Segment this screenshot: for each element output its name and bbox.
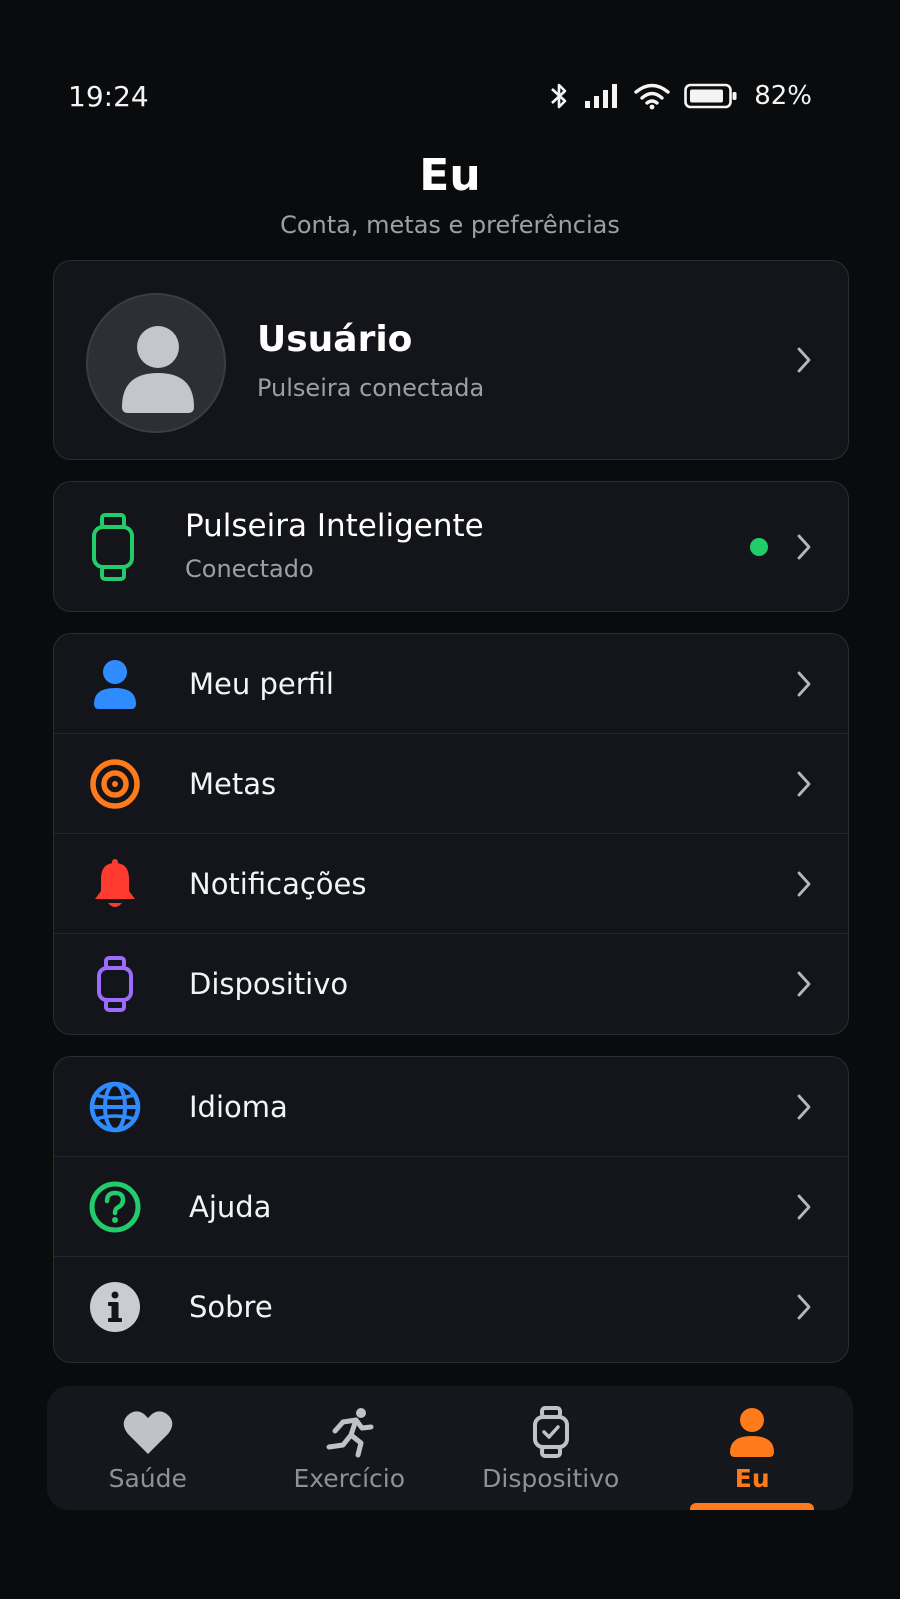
info-icon	[88, 1280, 142, 1334]
chevron-right-icon	[797, 771, 811, 796]
settings-item-idioma[interactable]: Idioma	[54, 1057, 848, 1157]
status-icons: 82%	[548, 80, 812, 112]
chevron-right-icon	[797, 1294, 811, 1320]
connection-status-dot	[750, 538, 768, 556]
nav-tab-dispositivo[interactable]: Dispositivo	[450, 1386, 652, 1510]
status-time: 19:24	[68, 79, 149, 113]
active-tab-indicator	[690, 1503, 815, 1510]
device-card[interactable]: Pulseira Inteligente Conectado	[53, 481, 849, 612]
settings-list-general: Idioma Ajuda Sobre	[53, 1056, 849, 1363]
settings-item-label: Ajuda	[189, 1189, 272, 1224]
chevron-right-icon	[797, 871, 811, 896]
settings-item-meu-perfil[interactable]: Meu perfil	[54, 634, 848, 734]
settings-item-label: Metas	[189, 766, 277, 801]
profile-status: Pulseira conectada	[257, 374, 485, 402]
settings-item-dispositivo[interactable]: Dispositivo	[54, 934, 848, 1034]
help-icon	[88, 1180, 142, 1234]
profile-card[interactable]: Usuário Pulseira conectada	[53, 260, 849, 460]
settings-item-metas[interactable]: Metas	[54, 734, 848, 834]
nav-tab-eu[interactable]: Eu	[652, 1386, 854, 1510]
nav-label: Eu	[734, 1464, 770, 1493]
page-subtitle: Conta, metas e preferências	[280, 211, 620, 239]
watch-icon	[88, 956, 142, 1012]
settings-item-label: Meu perfil	[189, 666, 334, 701]
battery-percentage: 82%	[754, 81, 812, 111]
person-icon	[88, 657, 142, 711]
running-icon	[321, 1406, 377, 1458]
nav-tab-saude[interactable]: Saúde	[47, 1386, 249, 1510]
nav-label: Dispositivo	[482, 1464, 620, 1493]
nav-label: Exercício	[293, 1464, 406, 1493]
watch-icon	[92, 513, 134, 581]
chevron-right-icon	[797, 534, 811, 559]
device-name: Pulseira Inteligente	[185, 508, 484, 544]
user-silhouette-icon	[122, 326, 194, 413]
page-header: Eu Conta, metas e preferências	[0, 150, 900, 239]
heart-icon	[120, 1406, 176, 1458]
bottom-nav: Saúde Exercício Dispositivo Eu	[47, 1386, 853, 1510]
page-title: Eu	[419, 150, 481, 201]
settings-item-label: Sobre	[189, 1290, 273, 1324]
settings-item-sobre[interactable]: Sobre	[54, 1257, 848, 1357]
signal-icon	[585, 84, 618, 108]
settings-item-label: Idioma	[189, 1089, 288, 1124]
avatar	[86, 293, 226, 433]
wifi-icon	[634, 83, 670, 110]
chevron-right-icon	[797, 347, 811, 373]
nav-tab-exercicio[interactable]: Exercício	[249, 1386, 451, 1510]
settings-item-notificacoes[interactable]: Notificações	[54, 834, 848, 934]
bell-icon	[88, 857, 142, 911]
settings-item-label: Notificações	[189, 866, 367, 901]
device-status: Conectado	[185, 555, 314, 583]
chevron-right-icon	[797, 671, 811, 696]
battery-icon	[684, 83, 737, 109]
chevron-right-icon	[797, 1094, 811, 1119]
globe-icon	[88, 1080, 142, 1134]
settings-item-ajuda[interactable]: Ajuda	[54, 1157, 848, 1257]
chevron-right-icon	[797, 1194, 811, 1219]
status-bar: 19:24 82%	[68, 78, 812, 114]
bluetooth-icon	[551, 83, 567, 109]
chevron-right-icon	[797, 971, 811, 997]
profile-name: Usuário	[257, 319, 413, 360]
target-icon	[88, 757, 142, 811]
nav-label: Saúde	[108, 1464, 187, 1493]
settings-list-account: Meu perfil Metas Notificações Dispositiv…	[53, 633, 849, 1035]
settings-item-label: Dispositivo	[189, 967, 349, 1001]
person-icon	[724, 1406, 780, 1458]
watch-icon	[523, 1406, 579, 1458]
